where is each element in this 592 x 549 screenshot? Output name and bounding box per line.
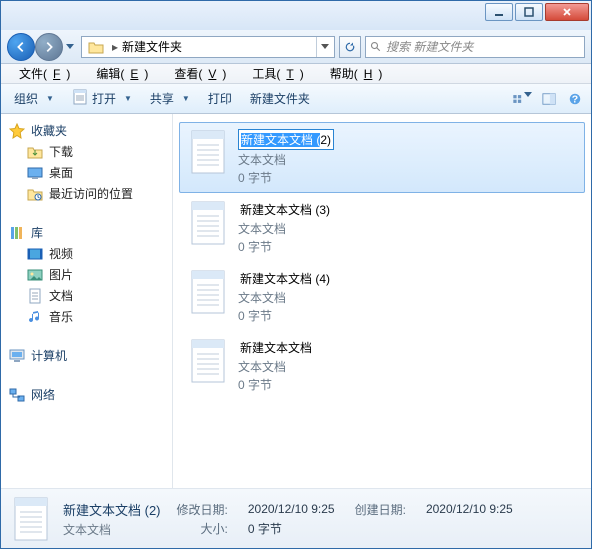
address-wrap: ▸ 新建文件夹 搜索 新建文件夹: [81, 36, 585, 58]
window-controls: [483, 3, 589, 21]
sidebar-item-desktop[interactable]: 桌面: [7, 162, 170, 183]
organize-button[interactable]: 组织: [5, 86, 63, 111]
file-size: 0 字节: [238, 169, 334, 186]
file-type: 文本文档: [238, 289, 332, 306]
nav-row: ▸ 新建文件夹 搜索 新建文件夹: [1, 30, 591, 64]
details-pane: 新建文本文档 (2) 文本文档 修改日期: 2020/12/10 9:25 创建…: [1, 488, 591, 548]
toolbar: 组织 打开 共享 打印 新建文件夹 ?: [1, 84, 591, 114]
new-folder-button[interactable]: 新建文件夹: [241, 86, 319, 111]
sidebar-item-videos[interactable]: 视频: [7, 243, 170, 264]
network-icon: [9, 387, 25, 403]
body: 收藏夹 下载 桌面 最近访问的位置 库 视频 图片 文档 音乐 计算机: [1, 114, 591, 488]
size-value: 0 字节: [248, 520, 335, 537]
file-size: 0 字节: [238, 376, 314, 393]
folder-icon: [88, 39, 104, 55]
file-type: 文本文档: [238, 220, 332, 237]
sidebar-item-recent[interactable]: 最近访问的位置: [7, 183, 170, 204]
preview-pane-button[interactable]: [537, 87, 561, 111]
library-icon: [9, 225, 25, 241]
modified-label: 修改日期:: [177, 501, 228, 518]
file-item[interactable]: 新建文本文档 (3) 文本文档 0 字节: [179, 193, 585, 262]
videos-icon: [27, 246, 43, 262]
file-size: 0 字节: [238, 307, 332, 324]
svg-text:?: ?: [572, 93, 578, 105]
text-file-icon: [188, 269, 228, 315]
file-name: 新建文本文档 (4): [238, 269, 332, 288]
file-item[interactable]: 新建文本文档 文本文档 0 字节: [179, 331, 585, 400]
open-button[interactable]: 打开: [63, 85, 141, 112]
minimize-button[interactable]: [485, 3, 513, 21]
recent-icon: [27, 186, 43, 202]
notepad-icon: [72, 89, 88, 108]
menu-file[interactable]: 文件(F): [7, 63, 82, 84]
file-list[interactable]: 新建文本文档 (2) 文本文档 0 字节 新建文本文档 (3) 文本文档 0 字…: [173, 114, 591, 488]
file-item[interactable]: 新建文本文档 (2) 文本文档 0 字节: [179, 122, 585, 193]
file-name: 新建文本文档 (3): [238, 200, 332, 219]
sidebar-network-header[interactable]: 网络: [7, 384, 170, 405]
help-button[interactable]: ?: [563, 87, 587, 111]
size-label: 大小:: [177, 520, 228, 537]
sidebar-item-music[interactable]: 音乐: [7, 306, 170, 327]
text-file-icon: [188, 338, 228, 384]
share-button[interactable]: 共享: [141, 86, 199, 111]
titlebar: [1, 1, 591, 30]
file-type: 文本文档: [238, 358, 314, 375]
download-folder-icon: [27, 144, 43, 160]
file-type: 文本文档: [238, 151, 334, 168]
music-icon: [27, 309, 43, 325]
close-button[interactable]: [545, 3, 589, 21]
text-file-icon: [188, 129, 228, 175]
sidebar-item-pictures[interactable]: 图片: [7, 264, 170, 285]
explorer-window: { "titlebar": {}, "nav": { "folder_name"…: [0, 0, 592, 549]
file-item[interactable]: 新建文本文档 (4) 文本文档 0 字节: [179, 262, 585, 331]
address-bar[interactable]: ▸ 新建文件夹: [81, 36, 335, 58]
address-dropdown[interactable]: [316, 37, 332, 57]
computer-icon: [9, 348, 25, 364]
menu-help[interactable]: 帮助(H): [318, 63, 395, 84]
modified-value: 2020/12/10 9:25: [248, 502, 335, 516]
sidebar-computer-header[interactable]: 计算机: [7, 345, 170, 366]
text-file-icon: [11, 496, 51, 542]
refresh-button[interactable]: [339, 36, 361, 58]
star-icon: [9, 123, 25, 139]
details-title: 新建文本文档 (2): [63, 500, 161, 519]
file-size: 0 字节: [238, 238, 332, 255]
menu-tools[interactable]: 工具(T): [240, 63, 315, 84]
chevron-right-icon: ▸: [108, 40, 122, 54]
file-name: 新建文本文档: [238, 338, 314, 357]
sidebar-item-documents[interactable]: 文档: [7, 285, 170, 306]
back-button[interactable]: [7, 33, 35, 61]
sidebar-item-downloads[interactable]: 下载: [7, 141, 170, 162]
address-text: 新建文件夹: [122, 38, 182, 55]
created-label: 创建日期:: [355, 501, 406, 518]
maximize-button[interactable]: [515, 3, 543, 21]
toolbar-right: ?: [511, 87, 587, 111]
text-file-icon: [188, 200, 228, 246]
print-button[interactable]: 打印: [199, 86, 241, 111]
menu-view[interactable]: 查看(V): [162, 63, 238, 84]
forward-button[interactable]: [35, 33, 63, 61]
menubar: 文件(F) 编辑(E) 查看(V) 工具(T) 帮助(H): [1, 64, 591, 84]
pictures-icon: [27, 267, 43, 283]
menu-edit[interactable]: 编辑(E): [84, 63, 160, 84]
sidebar-favorites-header[interactable]: 收藏夹: [7, 120, 170, 141]
sidebar-libraries-header[interactable]: 库: [7, 222, 170, 243]
desktop-icon: [27, 165, 43, 181]
search-box[interactable]: 搜索 新建文件夹: [365, 36, 585, 58]
documents-icon: [27, 288, 43, 304]
created-value: 2020/12/10 9:25: [426, 502, 513, 516]
nav-history-dropdown[interactable]: [63, 37, 77, 57]
details-subtitle: 文本文档: [63, 521, 161, 538]
sidebar: 收藏夹 下载 桌面 最近访问的位置 库 视频 图片 文档 音乐 计算机: [1, 114, 173, 488]
nav-buttons: [7, 33, 77, 61]
toolbar-left: 组织 打开 共享 打印 新建文件夹: [5, 85, 319, 112]
file-name-input[interactable]: 新建文本文档 (2): [238, 129, 334, 150]
search-placeholder: 搜索 新建文件夹: [386, 38, 473, 55]
view-options-button[interactable]: [511, 87, 535, 111]
